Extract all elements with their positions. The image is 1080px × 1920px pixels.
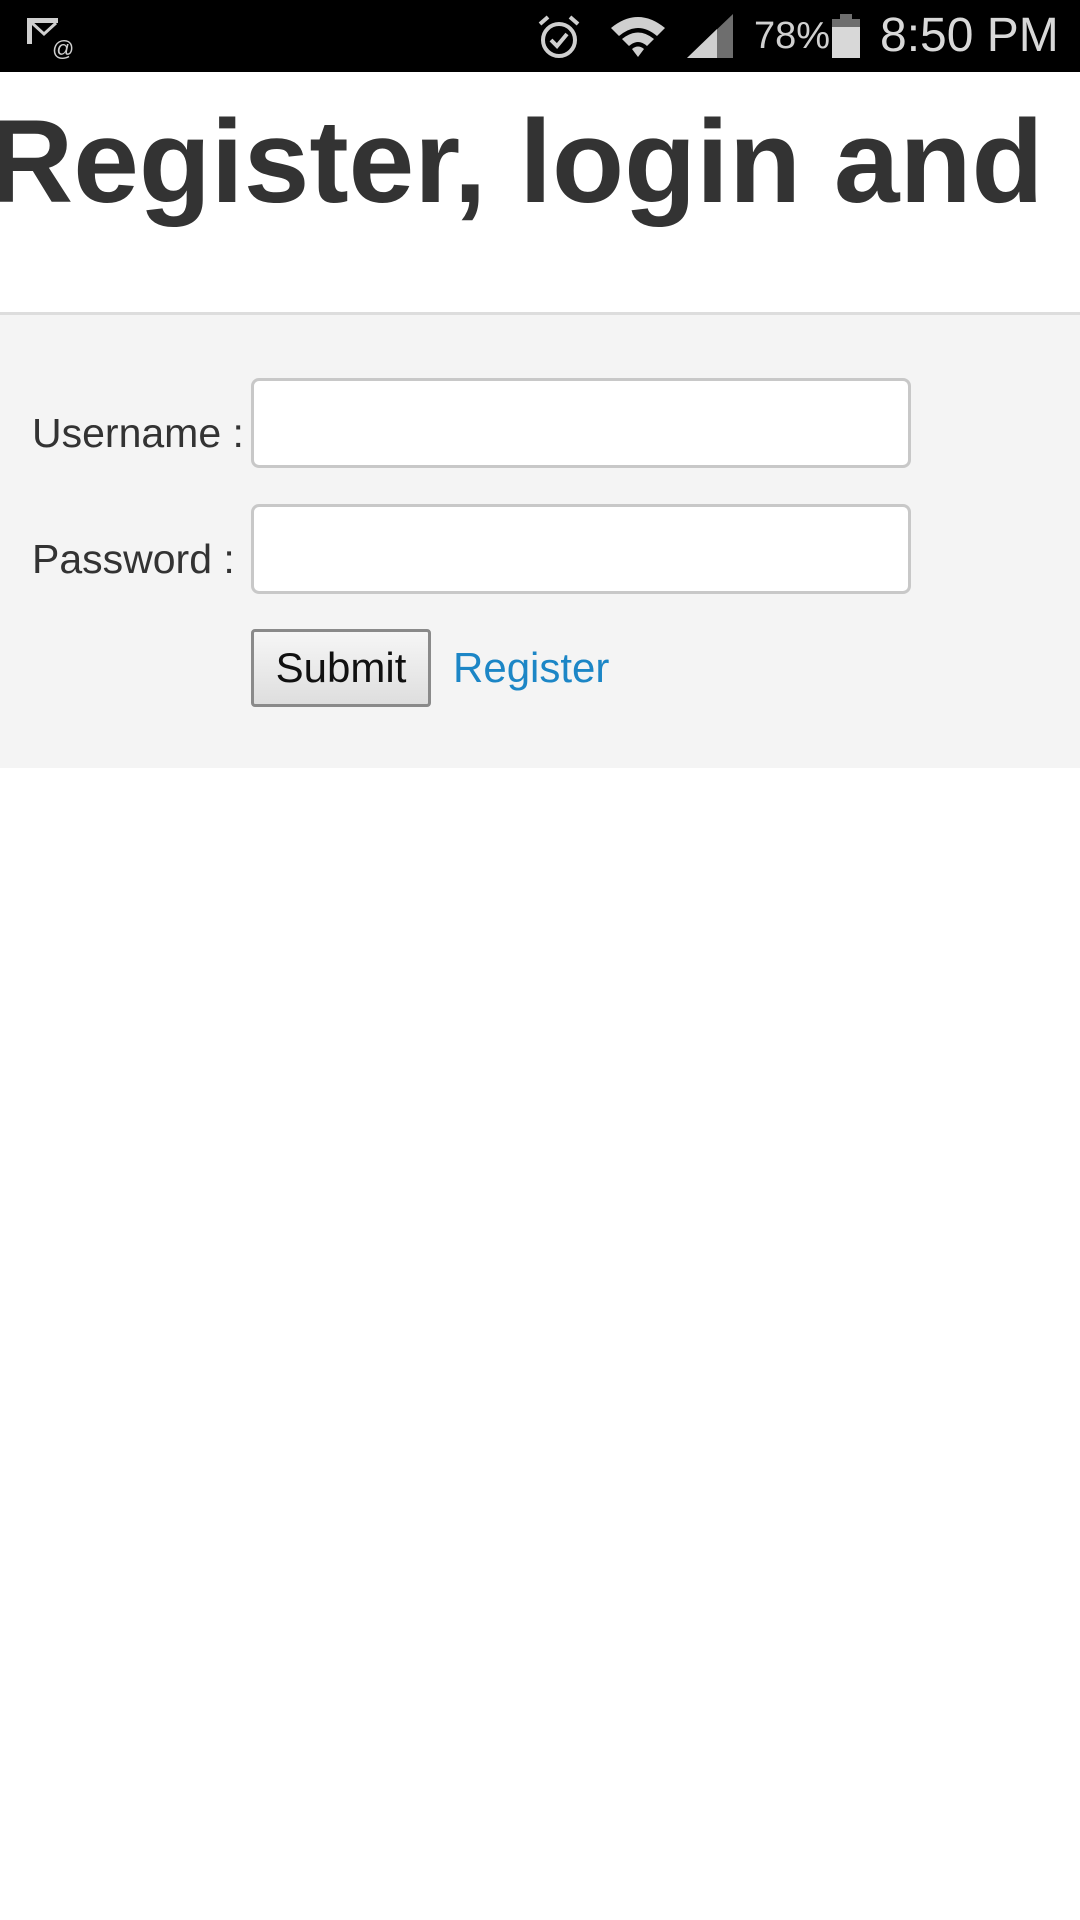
battery-percentage: 78% bbox=[754, 15, 831, 57]
username-input[interactable] bbox=[251, 378, 911, 468]
status-bar: @ 78% 8:50 PM bbox=[0, 0, 1080, 72]
svg-text:@: @ bbox=[52, 36, 74, 60]
password-label: Password : bbox=[32, 536, 235, 582]
page-title: Register, login and log bbox=[0, 96, 1080, 228]
register-link[interactable]: Register bbox=[453, 643, 609, 693]
submit-button[interactable]: Submit bbox=[251, 629, 431, 707]
battery-icon bbox=[832, 14, 860, 58]
wifi-icon bbox=[611, 17, 665, 57]
status-clock: 8:50 PM bbox=[880, 9, 1059, 62]
username-label: Username : bbox=[32, 410, 244, 456]
email-notification-icon: @ bbox=[27, 18, 74, 60]
login-form: Username : Password : Submit Register bbox=[0, 312, 1080, 768]
alarm-icon bbox=[538, 15, 580, 58]
password-input[interactable] bbox=[251, 504, 911, 594]
cell-signal-icon bbox=[687, 14, 733, 58]
